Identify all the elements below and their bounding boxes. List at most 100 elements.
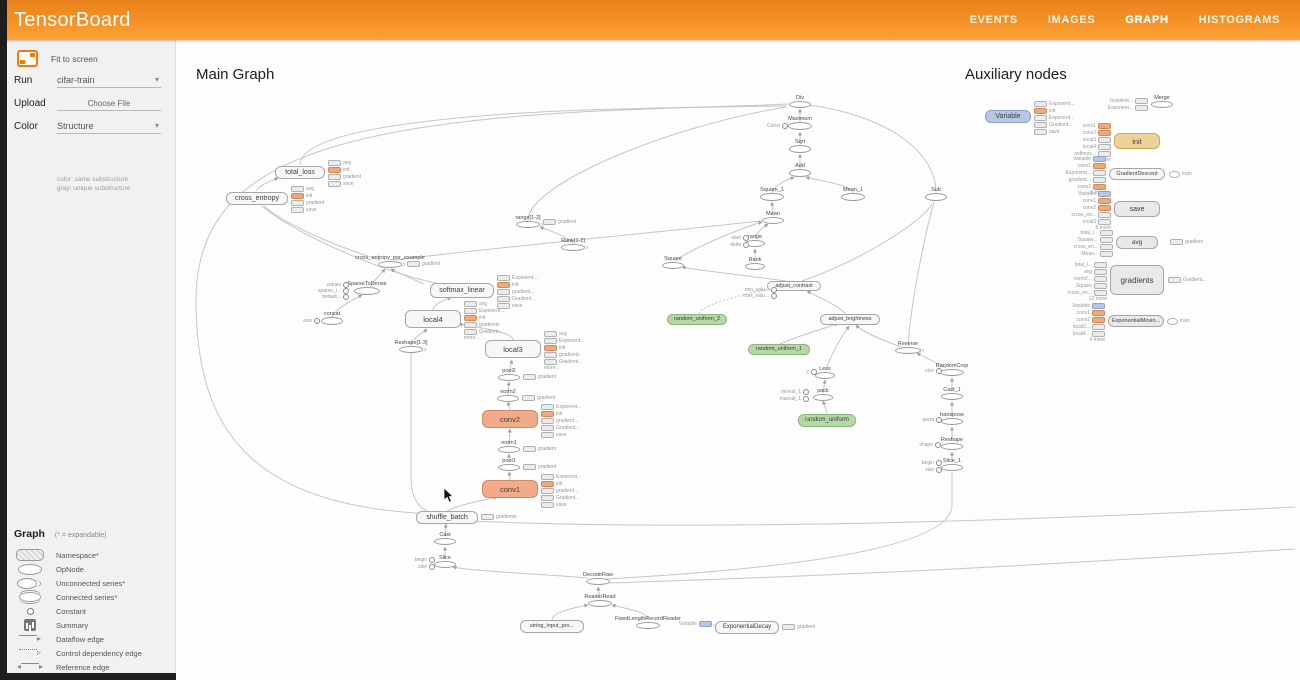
- local4-node[interactable]: local4: [405, 310, 461, 328]
- satellite-row[interactable]: gradient: [523, 374, 556, 380]
- satellite-cluster[interactable]: gradient: [782, 624, 815, 630]
- satellite-row[interactable]: avg: [1084, 269, 1107, 275]
- satellite-row[interactable]: Exponent...: [464, 308, 504, 314]
- satellite-row[interactable]: Exponent...: [1034, 101, 1074, 107]
- satellite-cluster[interactable]: Variableconv1Exponent...gradient...conv2…: [1066, 156, 1106, 196]
- random_uniform-node[interactable]: random_uniform: [798, 414, 856, 427]
- satellite-row[interactable]: Variable: [1073, 156, 1106, 162]
- satellite-row[interactable]: more...: [544, 366, 584, 371]
- satellite-cluster[interactable]: train: [1167, 318, 1190, 325]
- range_1_2-node[interactable]: range[1-2]: [516, 221, 540, 228]
- constant-begin[interactable]: begin: [922, 460, 942, 466]
- satellite-cluster[interactable]: gradient: [543, 219, 576, 225]
- norm1-node[interactable]: norm1: [498, 446, 520, 453]
- shuffle_batch-node[interactable]: shuffle_batch: [416, 511, 478, 524]
- constant-delta[interactable]: delta: [730, 242, 749, 248]
- satellite-row[interactable]: conv1: [1078, 163, 1106, 169]
- satellite-cluster[interactable]: gradient: [407, 261, 440, 267]
- satellite-row[interactable]: save: [291, 207, 324, 213]
- satellite-row[interactable]: Gradient...: [541, 425, 581, 431]
- satellite-row[interactable]: init: [541, 411, 581, 417]
- satellite-cluster[interactable]: gradient: [523, 446, 556, 452]
- constant-Const[interactable]: Const: [767, 123, 788, 129]
- add-node[interactable]: Add: [789, 169, 811, 177]
- satellite-row[interactable]: Mean...: [1081, 251, 1113, 257]
- satellite-row[interactable]: gradient: [782, 624, 815, 630]
- satellite-row[interactable]: Exponent...: [1066, 170, 1106, 176]
- exponential_decay-node[interactable]: ExponentialDecay: [715, 621, 779, 634]
- satellite-row[interactable]: gradient: [1170, 239, 1203, 245]
- satellite-row[interactable]: Exponent...: [1108, 105, 1148, 111]
- satellite-cluster[interactable]: avgExponent...initgradientsGradient...mo…: [464, 301, 504, 341]
- init-node[interactable]: init: [1114, 133, 1160, 149]
- constant-start[interactable]: start: [731, 235, 749, 241]
- satellite-row[interactable]: gradient: [407, 261, 440, 267]
- satellite-cluster[interactable]: total_l...Square...cross_en...Mean...: [1074, 230, 1113, 257]
- satellite-row[interactable]: gradient...: [541, 488, 581, 494]
- satellite-row[interactable]: Variable: [1072, 303, 1105, 309]
- satellite-row[interactable]: save: [541, 502, 581, 508]
- satellite-row[interactable]: Gradient...: [541, 495, 581, 501]
- satellite-row[interactable]: avg: [464, 301, 504, 307]
- norm2-node[interactable]: norm2: [497, 395, 519, 402]
- satellite-row[interactable]: init: [541, 481, 581, 487]
- maximum-node[interactable]: Maximum: [788, 122, 812, 130]
- satellite-cluster[interactable]: gradients: [481, 514, 517, 520]
- satellite-row[interactable]: conv1: [1083, 123, 1111, 129]
- satellite-row[interactable]: gradient: [522, 395, 555, 401]
- choose-file-button[interactable]: Choose File: [57, 96, 161, 111]
- cast-node[interactable]: Cast: [434, 538, 456, 545]
- satellite-row[interactable]: train: [1167, 318, 1190, 325]
- satellite-cluster[interactable]: Variableconv1conv2local3...local4...4 mo…: [1072, 303, 1105, 343]
- slice-node[interactable]: Slice: [434, 561, 456, 568]
- local3-node[interactable]: local3: [485, 340, 541, 358]
- satellite-cluster[interactable]: avgExponent...initgradientsGradient...mo…: [544, 331, 584, 371]
- satellite-cluster[interactable]: Gradient...Exponent...: [1108, 98, 1148, 111]
- rank_op-node[interactable]: Rank: [745, 263, 765, 270]
- satellite-cluster[interactable]: train: [1169, 171, 1192, 178]
- pack-node[interactable]: pack: [813, 394, 833, 401]
- constant-size[interactable]: size: [925, 467, 942, 473]
- reshape_1_3-node[interactable]: Reshape[1-3]: [399, 346, 423, 353]
- tab-graph[interactable]: GRAPH: [1125, 14, 1168, 26]
- satellite-cluster[interactable]: Variable: [679, 621, 712, 627]
- satellite-row[interactable]: cross_en...: [1072, 212, 1111, 218]
- reshape-node[interactable]: Reshape: [941, 443, 963, 450]
- satellite-row[interactable]: Exponent...: [541, 474, 581, 480]
- satellite-row[interactable]: Exponent...: [541, 404, 581, 410]
- avg-node[interactable]: avg: [1116, 236, 1158, 249]
- constant-maxval-1[interactable]: maxval_1: [780, 396, 809, 402]
- constant-max-valu-[interactable]: max_valu...: [743, 293, 777, 299]
- cast_1-node[interactable]: Cast_1: [941, 393, 963, 400]
- satellite-cluster[interactable]: Exponent...initgradient...Gradient...sav…: [541, 474, 581, 508]
- satellite-row[interactable]: avg: [328, 160, 361, 166]
- satellite-row[interactable]: gradient...: [541, 418, 581, 424]
- satellite-row[interactable]: conv1: [1083, 198, 1111, 204]
- adjust_brightness-node[interactable]: adjust_brightness: [820, 314, 880, 325]
- satellite-row[interactable]: gradient...: [497, 289, 537, 295]
- satellite-row[interactable]: conv2: [1083, 205, 1111, 211]
- satellite-row[interactable]: gradients: [544, 352, 584, 358]
- fit-to-screen-icon[interactable]: [17, 50, 38, 67]
- satellite-cluster[interactable]: gradient: [1170, 239, 1203, 245]
- constant-perm[interactable]: perm: [923, 417, 942, 423]
- softmax_linear-node[interactable]: softmax_linear: [430, 283, 494, 298]
- satellite-cluster[interactable]: gradient: [523, 464, 556, 470]
- decode_raw-node[interactable]: DecodeRaw: [586, 578, 610, 585]
- satellite-row[interactable]: gradient...: [1069, 177, 1106, 183]
- satellite-cluster[interactable]: Exponent...initExponent...Gradient...sav…: [1034, 101, 1074, 135]
- random_crop-node[interactable]: RandomCrop: [940, 369, 964, 376]
- conv2-node[interactable]: conv2: [482, 410, 538, 428]
- conv1-node[interactable]: conv1: [482, 480, 538, 498]
- satellite-row[interactable]: Exponent...: [497, 275, 537, 281]
- total_loss-node[interactable]: total_loss: [275, 166, 325, 179]
- satellite-cluster[interactable]: Exponent...initgradient...Gradient...sav…: [541, 404, 581, 438]
- satellite-row[interactable]: gradient: [328, 174, 361, 180]
- save-node[interactable]: save: [1114, 201, 1160, 217]
- satellite-row[interactable]: local3: [1083, 137, 1111, 143]
- satellite-row[interactable]: avg: [291, 186, 324, 192]
- satellite-row[interactable]: init: [291, 193, 324, 199]
- satellite-row[interactable]: init: [1034, 108, 1074, 114]
- satellite-cluster[interactable]: Variableconv1conv2cross_en...local38 mor…: [1072, 191, 1111, 231]
- satellite-row[interactable]: Exponent...: [1034, 115, 1074, 121]
